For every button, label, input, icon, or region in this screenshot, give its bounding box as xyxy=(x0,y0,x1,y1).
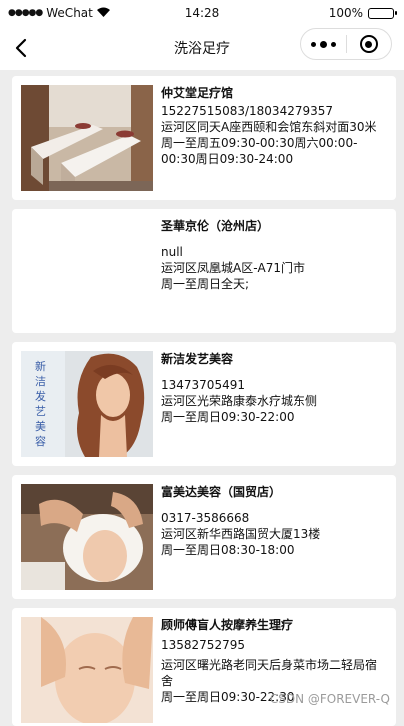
shop-info: 富美达美容（国贸店） 0317-3586668 运河区新华西路国贸大厦13楼 周… xyxy=(161,484,388,558)
empty-image xyxy=(21,218,153,324)
shop-name: 富美达美容（国贸店） xyxy=(161,484,388,500)
shop-address: 运河区光荣路康泰水疗城东侧 xyxy=(161,393,388,409)
close-target-icon xyxy=(360,35,378,53)
status-bar: ●●●●● WeChat 14:28 100% xyxy=(0,0,404,26)
brand-calligraphy-text: 新洁发艺美容 xyxy=(35,359,51,449)
close-mini-program-button[interactable] xyxy=(347,29,391,59)
mini-program-capsule xyxy=(300,28,392,60)
shop-hours: 周一至周日全天; xyxy=(161,276,388,292)
shop-phone: 13473705491 xyxy=(161,377,388,393)
more-button[interactable] xyxy=(301,29,346,59)
shop-address: 运河区同天A座西颐和会馆东斜对面30米 xyxy=(161,119,388,135)
more-dots-icon xyxy=(311,42,316,47)
shop-name: 仲艾堂足疗馆 xyxy=(161,85,388,101)
shop-name: 顾师傅盲人按摩养生理疗 xyxy=(161,617,388,633)
shop-info: 新洁发艺美容 13473705491 运河区光荣路康泰水疗城东侧 周一至周日09… xyxy=(161,351,388,425)
shop-hours: 周一至周日09:30-22:00 xyxy=(161,409,388,425)
shop-hours: 周一至周日08:30-18:00 xyxy=(161,542,388,558)
shop-name: 圣華京伦（沧州店） xyxy=(161,218,388,234)
shop-address: 运河区新华西路国贸大厦13楼 xyxy=(161,526,388,542)
shop-list: 仲艾堂足疗馆 15227515083/18034279357 运河区同天A座西颐… xyxy=(12,76,396,726)
shop-card[interactable]: 富美达美容（国贸店） 0317-3586668 运河区新华西路国贸大厦13楼 周… xyxy=(12,475,396,599)
battery-percent: 100% xyxy=(329,6,363,20)
shop-card[interactable]: 顾师傅盲人按摩养生理疗 13582752795 运河区曙光路老同天后身菜市场二轻… xyxy=(12,608,396,726)
shop-card[interactable]: 新洁发艺美容 新洁发艺美容 13473705491 运河区光荣路康泰水疗城东侧 … xyxy=(12,342,396,466)
shop-name: 新洁发艺美容 xyxy=(161,351,388,367)
shop-phone: 15227515083/18034279357 xyxy=(161,103,388,119)
watermark: CSDN @FOREVER-Q xyxy=(270,692,390,706)
shop-phone: null xyxy=(161,244,388,260)
shop-hours: 周一至周五09:30-00:30周六00:00-00:30周日09:30-24:… xyxy=(161,135,388,167)
battery-icon xyxy=(368,8,394,19)
battery-group: 100% xyxy=(329,6,394,20)
shop-phone: 0317-3586668 xyxy=(161,510,388,526)
facial-massage-image xyxy=(21,484,153,590)
shop-info: 仲艾堂足疗馆 15227515083/18034279357 运河区同天A座西颐… xyxy=(161,85,388,167)
shop-info: 圣華京伦（沧州店） null 运河区凤凰城A区-A71门市 周一至周日全天; xyxy=(161,218,388,292)
shop-address: 运河区凤凰城A区-A71门市 xyxy=(161,260,388,276)
navigation-bar: 洗浴足疗 xyxy=(0,26,404,70)
face-massage-image xyxy=(21,617,153,723)
hair-portrait-image: 新洁发艺美容 xyxy=(21,351,153,457)
shop-card[interactable]: 仲艾堂足疗馆 15227515083/18034279357 运河区同天A座西颐… xyxy=(12,76,396,200)
massage-room-image xyxy=(21,85,153,191)
shop-address: 运河区曙光路老同天后身菜市场二轻局宿舍 xyxy=(161,657,388,689)
shop-phone: 13582752795 xyxy=(161,637,388,653)
shop-card[interactable]: 圣華京伦（沧州店） null 运河区凤凰城A区-A71门市 周一至周日全天; xyxy=(12,209,396,333)
